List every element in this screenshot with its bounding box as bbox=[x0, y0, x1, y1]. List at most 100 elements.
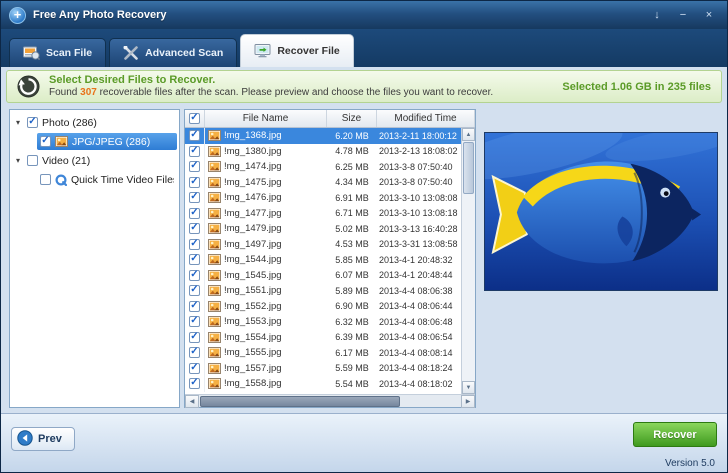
file-name-cell: !mg_1557.jpg bbox=[205, 363, 327, 374]
tree-item[interactable]: Quick Time Video Files (21) bbox=[10, 170, 179, 189]
scroll-down-button[interactable] bbox=[462, 381, 475, 394]
file-row[interactable]: !mg_1545.jpg 6.07 MB 2013-4-1 20:48:44 bbox=[185, 268, 461, 284]
file-row[interactable]: !mg_1475.jpg 4.34 MB 2013-3-8 07:50:40 bbox=[185, 175, 461, 191]
row-checkbox[interactable] bbox=[189, 301, 200, 312]
file-modified: 2013-4-4 08:18:02 bbox=[377, 379, 461, 389]
row-checkbox[interactable] bbox=[189, 208, 200, 219]
row-checkbox[interactable] bbox=[189, 378, 200, 389]
file-name-cell: !mg_1551.jpg bbox=[205, 285, 327, 296]
file-row[interactable]: !mg_1474.jpg 6.25 MB 2013-3-8 07:50:40 bbox=[185, 159, 461, 175]
vertical-scrollbar[interactable] bbox=[461, 128, 475, 394]
recover-file-icon bbox=[254, 44, 271, 58]
prev-button[interactable]: Prev bbox=[11, 427, 75, 451]
row-checkbox[interactable] bbox=[189, 161, 200, 172]
file-name-cell: !mg_1474.jpg bbox=[205, 161, 327, 172]
row-checkbox[interactable] bbox=[189, 332, 200, 343]
row-checkbox[interactable] bbox=[189, 316, 200, 327]
file-list-header: File Name Size Modified Time bbox=[185, 110, 475, 128]
file-name: !mg_1474.jpg bbox=[224, 161, 282, 172]
minimize-button[interactable]: − bbox=[673, 7, 693, 23]
file-row[interactable]: !mg_1555.jpg 6.17 MB 2013-4-4 08:08:14 bbox=[185, 345, 461, 361]
select-all-checkbox[interactable] bbox=[189, 113, 200, 124]
file-modified: 2013-2-11 18:00:12 bbox=[377, 131, 461, 141]
titlebar: Free Any Photo Recovery ↓ − × bbox=[1, 1, 727, 29]
file-row[interactable]: !mg_1544.jpg 5.85 MB 2013-4-1 20:48:32 bbox=[185, 252, 461, 268]
file-name-cell: !mg_1477.jpg bbox=[205, 208, 327, 219]
file-row[interactable]: !mg_1479.jpg 5.02 MB 2013-3-13 16:40:28 bbox=[185, 221, 461, 237]
horizontal-scrollbar[interactable] bbox=[185, 394, 475, 407]
tree-checkbox[interactable] bbox=[40, 174, 51, 185]
horizontal-scroll-thumb[interactable] bbox=[200, 396, 400, 407]
file-name-cell: !mg_1479.jpg bbox=[205, 223, 327, 234]
column-header-file-name[interactable]: File Name bbox=[205, 110, 327, 127]
file-size: 6.90 MB bbox=[327, 301, 377, 311]
tree-item-content[interactable]: Photo (286) bbox=[24, 114, 177, 131]
scroll-left-button[interactable] bbox=[185, 395, 199, 408]
file-row[interactable]: !mg_1551.jpg 5.89 MB 2013-4-4 08:06:38 bbox=[185, 283, 461, 299]
tree-item-content[interactable]: Quick Time Video Files (21) bbox=[37, 171, 177, 188]
file-size: 5.02 MB bbox=[327, 224, 377, 234]
close-button[interactable]: × bbox=[699, 7, 719, 23]
row-checkbox-cell bbox=[185, 376, 205, 392]
tree-item-content[interactable]: JPG/JPEG (286) bbox=[37, 133, 177, 150]
expand-arrow-icon[interactable] bbox=[12, 118, 24, 127]
file-name: !mg_1551.jpg bbox=[224, 285, 282, 296]
column-header-size[interactable]: Size bbox=[327, 110, 377, 127]
tree-item[interactable]: JPG/JPEG (286) bbox=[10, 132, 179, 151]
tree-item-content[interactable]: Video (21) bbox=[24, 152, 177, 169]
file-size: 4.78 MB bbox=[327, 146, 377, 156]
row-checkbox[interactable] bbox=[189, 285, 200, 296]
file-row[interactable]: !mg_1368.jpg 6.20 MB 2013-2-11 18:00:12 bbox=[185, 128, 461, 144]
file-size: 5.59 MB bbox=[327, 363, 377, 373]
file-row[interactable]: !mg_1380.jpg 4.78 MB 2013-2-13 18:08:02 bbox=[185, 144, 461, 160]
jpg-file-icon bbox=[208, 130, 221, 141]
file-row[interactable]: !mg_1553.jpg 6.32 MB 2013-4-4 08:06:48 bbox=[185, 314, 461, 330]
file-row[interactable]: !mg_1552.jpg 6.90 MB 2013-4-4 08:06:44 bbox=[185, 299, 461, 315]
refresh-icon bbox=[17, 75, 40, 98]
tab-advanced-scan[interactable]: Advanced Scan bbox=[109, 38, 237, 67]
scroll-up-button[interactable] bbox=[462, 128, 475, 141]
vertical-scroll-thumb[interactable] bbox=[463, 142, 474, 194]
column-header-modified[interactable]: Modified Time bbox=[377, 110, 475, 127]
file-name: !mg_1477.jpg bbox=[224, 208, 282, 219]
file-row[interactable]: !mg_1558.jpg 5.54 MB 2013-4-4 08:18:02 bbox=[185, 376, 461, 392]
row-checkbox[interactable] bbox=[189, 130, 200, 141]
row-checkbox[interactable] bbox=[189, 254, 200, 265]
banner-message: Found 307 recoverable files after the sc… bbox=[49, 87, 493, 100]
file-row[interactable]: !mg_1557.jpg 5.59 MB 2013-4-4 08:18:24 bbox=[185, 361, 461, 377]
file-type-tree: Photo (286) JPG/JPEG (286) Video (21) Qu… bbox=[9, 109, 180, 408]
file-row[interactable]: !mg_1497.jpg 4.53 MB 2013-3-31 13:08:58 bbox=[185, 237, 461, 253]
file-row[interactable]: !mg_1477.jpg 6.71 MB 2013-3-10 13:08:18 bbox=[185, 206, 461, 222]
file-row[interactable]: !mg_1476.jpg 6.91 MB 2013-3-10 13:08:08 bbox=[185, 190, 461, 206]
file-modified: 2013-4-4 08:06:44 bbox=[377, 301, 461, 311]
tree-item[interactable]: Photo (286) bbox=[10, 113, 179, 132]
tree-checkbox[interactable] bbox=[40, 136, 51, 147]
tab-label: Recover File bbox=[277, 45, 339, 57]
row-checkbox[interactable] bbox=[189, 177, 200, 188]
banner-title: Select Desired Files to Recover. bbox=[49, 73, 493, 87]
file-row[interactable]: !mg_1554.jpg 6.39 MB 2013-4-4 08:06:54 bbox=[185, 330, 461, 346]
banner-text: Select Desired Files to Recover. Found 3… bbox=[49, 73, 493, 100]
tree-item[interactable]: Video (21) bbox=[10, 151, 179, 170]
tree-checkbox[interactable] bbox=[27, 117, 38, 128]
tree-item-label: JPG/JPEG (286) bbox=[72, 136, 150, 148]
file-modified: 2013-4-4 08:08:14 bbox=[377, 348, 461, 358]
tree-checkbox[interactable] bbox=[27, 155, 38, 166]
row-checkbox[interactable] bbox=[189, 239, 200, 250]
row-checkbox[interactable] bbox=[189, 192, 200, 203]
tab-scan-file[interactable]: Scan File bbox=[9, 38, 106, 67]
row-checkbox[interactable] bbox=[189, 223, 200, 234]
file-modified: 2013-3-8 07:50:40 bbox=[377, 162, 461, 172]
download-button[interactable]: ↓ bbox=[647, 7, 667, 23]
jpg-file-icon bbox=[208, 223, 221, 234]
expand-arrow-icon[interactable] bbox=[12, 156, 24, 165]
recover-button[interactable]: Recover bbox=[633, 422, 717, 447]
tab-recover-file[interactable]: Recover File bbox=[240, 34, 353, 67]
row-checkbox-cell bbox=[185, 221, 205, 237]
row-checkbox[interactable] bbox=[189, 146, 200, 157]
row-checkbox[interactable] bbox=[189, 347, 200, 358]
file-size: 6.39 MB bbox=[327, 332, 377, 342]
scroll-right-button[interactable] bbox=[461, 395, 475, 408]
row-checkbox[interactable] bbox=[189, 270, 200, 281]
row-checkbox[interactable] bbox=[189, 363, 200, 374]
